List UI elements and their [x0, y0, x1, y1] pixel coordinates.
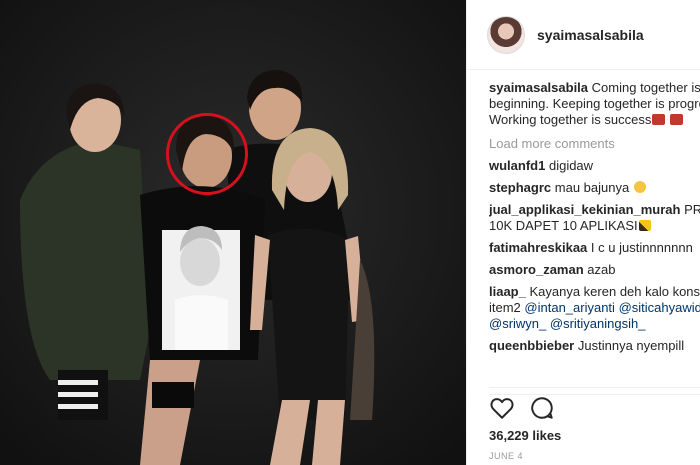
- caption-line3: Working together is success: [489, 112, 652, 127]
- comment-text-line2: 10K DAPET 10 APLIKASI: [489, 218, 638, 233]
- post-sidebar: syaimasalsabila syaimasalsabila Coming t…: [466, 0, 700, 465]
- list-item: queenbbieber Justinnya nyempill: [489, 338, 700, 354]
- comment-username[interactable]: wulanfd1: [489, 158, 545, 173]
- post-header: syaimasalsabila: [467, 0, 700, 70]
- comment-icon[interactable]: [529, 395, 555, 421]
- mention-link[interactable]: @siticahyawidi: [619, 300, 700, 315]
- load-more-comments[interactable]: Load more comments: [489, 136, 700, 152]
- comment-text: digidaw: [548, 158, 594, 173]
- comment-username[interactable]: fatimahreskikaa: [489, 240, 587, 255]
- mention-link[interactable]: @sritiyaningsih_: [550, 316, 646, 331]
- avatar[interactable]: [487, 15, 525, 54]
- emoji-icon: [633, 181, 646, 193]
- highlight-circle: [166, 113, 248, 195]
- comments-section: syaimasalsabila Coming together is a beg…: [489, 80, 700, 354]
- likes-count[interactable]: 36,229 likes: [489, 428, 561, 443]
- comment-username[interactable]: liaap_: [489, 284, 526, 299]
- comment-text: mau bajunya: [554, 180, 630, 195]
- heart-icon[interactable]: [489, 395, 515, 421]
- caption-username[interactable]: syaimasalsabila: [489, 80, 588, 95]
- comment-username[interactable]: jual_applikasi_kekinian_murah: [489, 202, 680, 217]
- comment-text: PROMO: [684, 202, 700, 217]
- list-item: fatimahreskikaa I c u justinnnnnnn: [489, 240, 700, 256]
- emoji-icon: [638, 220, 651, 231]
- list-item: wulanfd1 digidaw: [489, 158, 700, 174]
- comment-text: I c u justinnnnnnn: [590, 240, 693, 255]
- group-photo-illustration: [0, 0, 466, 465]
- list-item: asmoro_zaman azab: [489, 262, 700, 278]
- comment-text-line2: item2: [489, 300, 525, 315]
- post-photo[interactable]: [0, 0, 466, 465]
- list-item: stephagrc mau bajunya: [489, 180, 700, 196]
- caption: syaimasalsabila Coming together is a beg…: [489, 80, 700, 128]
- divider: [489, 387, 700, 388]
- emoji-icon: [652, 114, 666, 125]
- comment-text: Justinnya nyempill: [577, 338, 685, 353]
- list-item: liaap_ Kayanya keren deh kalo konser ite…: [489, 284, 700, 332]
- action-bar: [489, 394, 700, 421]
- emoji-icon: [669, 114, 683, 125]
- comment-username[interactable]: asmoro_zaman: [489, 262, 584, 277]
- list-item: jual_applikasi_kekinian_murah PROMO 10K …: [489, 202, 700, 234]
- comment-username[interactable]: queenbbieber: [489, 338, 574, 353]
- mention-link[interactable]: @sriwyn_: [489, 316, 546, 331]
- caption-line2: beginning. Keeping together is progress.: [489, 96, 700, 111]
- header-username[interactable]: syaimasalsabila: [537, 27, 644, 43]
- mention-link[interactable]: @intan_ariyanti: [524, 300, 615, 315]
- comment-username[interactable]: stephagrc: [489, 180, 551, 195]
- comment-text: azab: [587, 262, 616, 277]
- instagram-post: syaimasalsabila syaimasalsabila Coming t…: [0, 0, 700, 465]
- comment-text: Kayanya keren deh kalo konser: [529, 284, 700, 299]
- post-date: JUNE 4: [489, 451, 524, 461]
- caption-line1: Coming together is a: [591, 80, 700, 95]
